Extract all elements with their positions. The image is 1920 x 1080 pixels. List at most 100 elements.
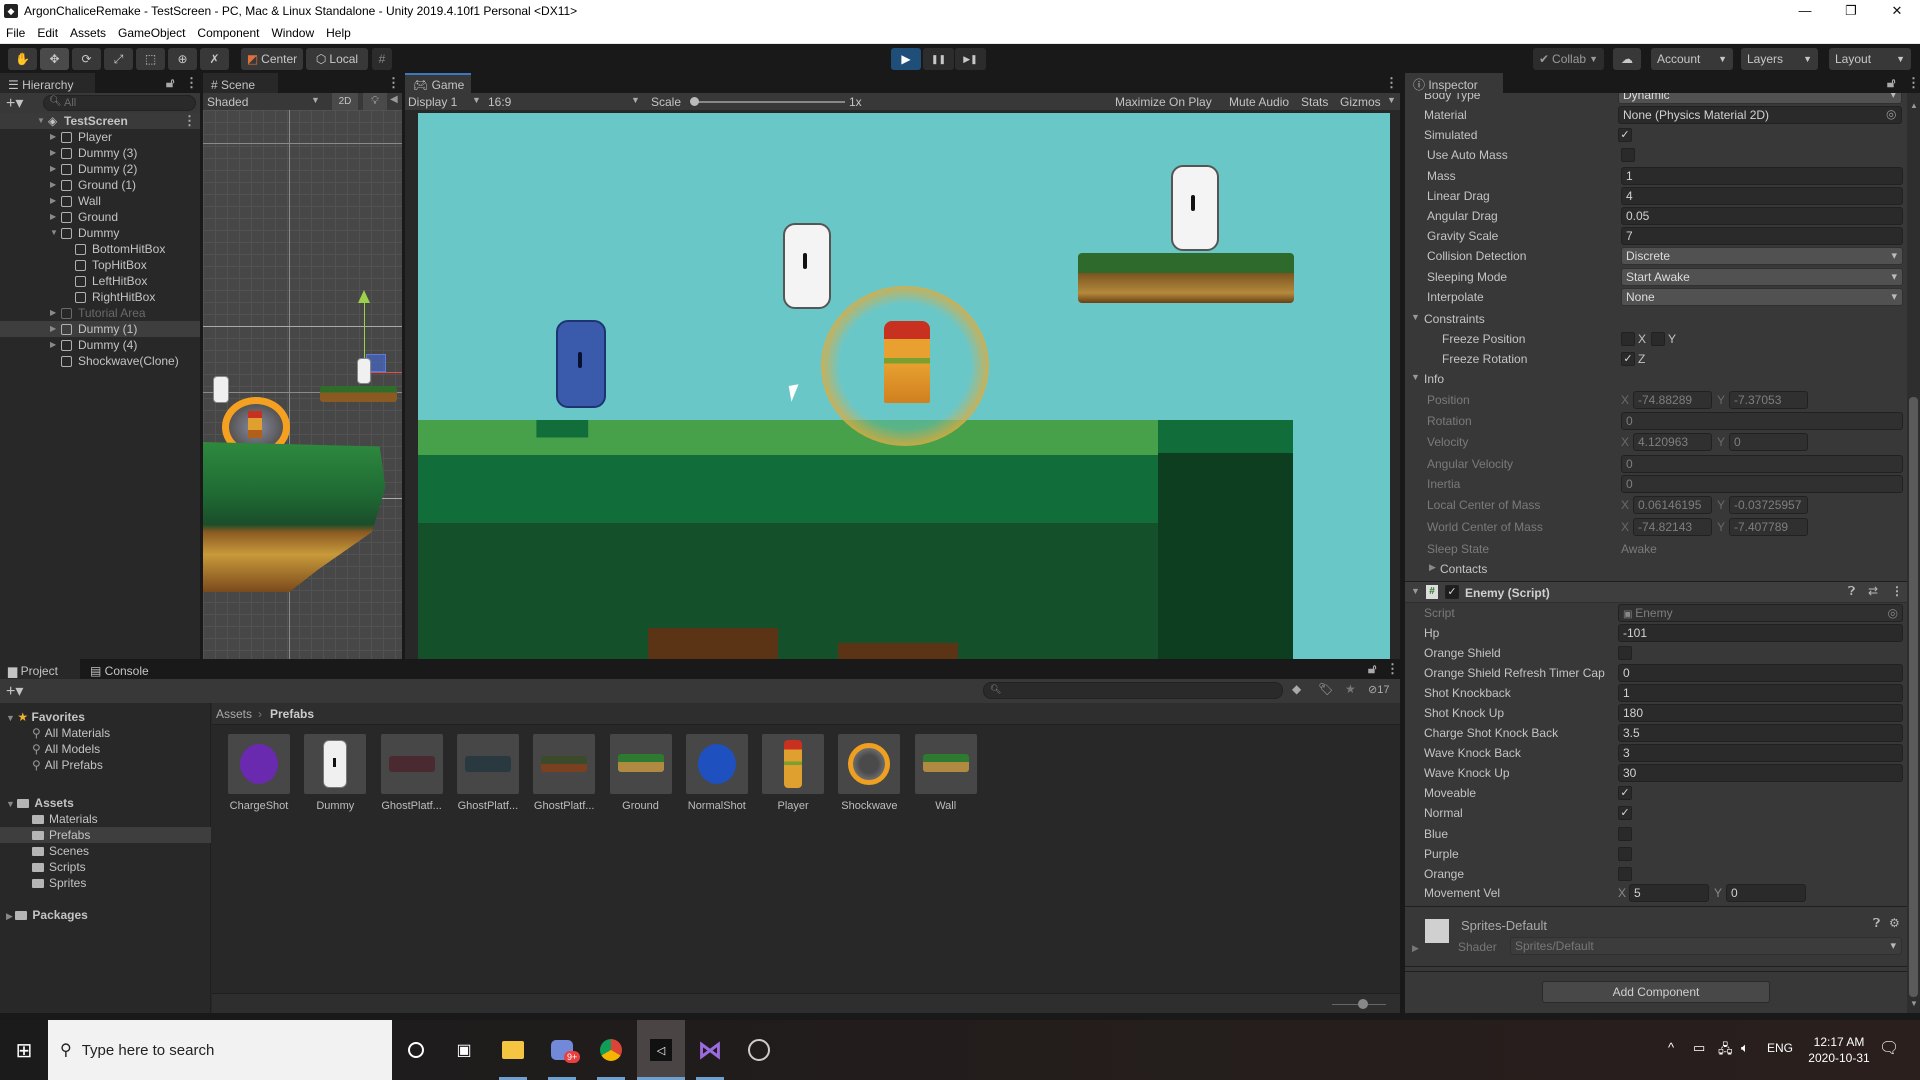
property-input[interactable]: 7 <box>1621 227 1903 246</box>
gizmos-toggle[interactable]: Gizmos <box>1340 95 1381 109</box>
hierarchy-item[interactable]: ▶ Dummy (3) <box>0 145 200 161</box>
layout-dropdown[interactable]: Layout ▼ <box>1829 48 1911 70</box>
property-input[interactable]: 30 <box>1618 764 1903 783</box>
hierarchy-item[interactable]: Shockwave(Clone) <box>0 353 200 369</box>
menu-edit[interactable]: Edit <box>31 26 64 40</box>
hierarchy-item[interactable]: ▶ Ground <box>0 209 200 225</box>
show-hidden-icons-button[interactable]: ^ <box>1668 1040 1674 1055</box>
scene-root-row[interactable]: ▼ ◈ TestScreen ⋮ <box>0 113 200 129</box>
hierarchy-item[interactable]: ▼ Dummy <box>0 225 200 241</box>
hierarchy-item[interactable]: ▶ Tutorial Area <box>0 305 200 321</box>
property-checkbox[interactable] <box>1621 148 1635 163</box>
enemy-script-header[interactable]: ▼ # ✓ Enemy (Script) ❓︎ ⇄ ⋮ <box>1405 581 1920 603</box>
hierarchy-item[interactable]: ▶ Dummy (4) <box>0 337 200 353</box>
menu-window[interactable]: Window <box>265 26 320 40</box>
maximize-button[interactable]: ❐ <box>1828 0 1874 22</box>
movement-vel-y-field[interactable]: 0 <box>1726 884 1806 902</box>
property-dropdown[interactable]: Discrete <box>1621 247 1903 266</box>
asset-item[interactable]: NormalShot <box>685 734 748 812</box>
scroll-down-icon[interactable]: ▼ <box>1910 999 1918 1008</box>
move-tool-button[interactable]: ✥ <box>40 48 69 70</box>
gear-icon[interactable]: ⚙ <box>1889 916 1900 930</box>
foldout-collapsed-icon[interactable]: ▶ <box>50 209 56 225</box>
hand-tool-button[interactable]: ✋ <box>8 48 37 70</box>
tab-console[interactable]: ▤ Console <box>82 659 162 679</box>
favorite-search-item[interactable]: ⚲ All Materials <box>32 725 110 741</box>
scroll-up-icon[interactable]: ▲ <box>1910 101 1918 110</box>
property-dropdown[interactable]: Start Awake <box>1621 267 1903 286</box>
info-foldout[interactable]: ▼ Info <box>1405 369 1905 389</box>
help-icon[interactable]: ❓︎ <box>1873 916 1880 931</box>
chrome-taskbar[interactable] <box>587 1020 635 1080</box>
chevron-down-icon[interactable]: ▼ <box>1387 95 1396 105</box>
property-input[interactable]: 0 <box>1618 664 1903 683</box>
property-input[interactable]: 0.05 <box>1621 207 1903 225</box>
shader-dropdown[interactable]: Sprites/Default <box>1510 937 1902 955</box>
object-picker-icon[interactable]: ◎ <box>1888 605 1898 621</box>
pivot-local-button[interactable]: ⬡ Local <box>306 48 368 70</box>
freeze-position-y-checkbox[interactable] <box>1651 332 1665 346</box>
create-plus-button[interactable]: +▾ <box>6 93 23 113</box>
property-input[interactable]: 1 <box>1618 684 1903 703</box>
foldout-collapsed-icon[interactable]: ▶ <box>50 321 56 337</box>
asset-item[interactable]: GhostPlatf... <box>533 734 596 812</box>
scale-tool-button[interactable]: ⤢ <box>104 48 133 70</box>
property-input[interactable]: -101 <box>1618 624 1903 642</box>
asset-item[interactable]: Shockwave <box>838 734 901 812</box>
presets-icon[interactable]: ⇄ <box>1868 584 1878 598</box>
movement-vel-x-field[interactable]: 5 <box>1629 884 1709 902</box>
kebab-menu-icon[interactable]: ⋮ <box>387 75 400 91</box>
maximize-on-play-toggle[interactable]: Maximize On Play <box>1115 95 1212 109</box>
constraints-foldout[interactable]: ▼ Constraints <box>1405 309 1905 329</box>
asset-item[interactable]: Player <box>762 734 825 812</box>
start-button[interactable]: ⊞ <box>0 1020 48 1080</box>
tab-inspector[interactable]: ⓘ Inspector <box>1405 73 1503 93</box>
cortana-button[interactable] <box>392 1020 440 1080</box>
taskbar-search-box[interactable]: ⚲ Type here to search <box>48 1020 392 1080</box>
rotate-tool-button[interactable]: ⟳ <box>72 48 101 70</box>
kebab-menu-icon[interactable]: ⋮ <box>185 75 198 91</box>
menu-help[interactable]: Help <box>320 26 357 40</box>
inspector-scrollbar[interactable]: ▲ ▼ <box>1907 93 1920 1013</box>
language-indicator[interactable]: ENG <box>1767 1041 1793 1055</box>
property-input[interactable]: 3 <box>1618 744 1903 763</box>
pivot-center-button[interactable]: ◩ Center <box>241 48 303 70</box>
property-checkbox[interactable]: ✓ <box>1618 786 1632 801</box>
account-dropdown[interactable]: Account ▼ <box>1651 48 1733 70</box>
hierarchy-item[interactable]: ▶ Player <box>0 129 200 145</box>
property-dropdown[interactable]: None <box>1621 287 1903 306</box>
foldout-collapsed-icon[interactable]: ▶ <box>50 193 56 209</box>
menu-component[interactable]: Component <box>191 26 265 40</box>
lock-icon[interactable]: 🔓︎ <box>166 75 174 91</box>
hierarchy-item[interactable]: TopHitBox <box>0 257 200 273</box>
hierarchy-item[interactable]: ▶ Ground (1) <box>0 177 200 193</box>
property-input[interactable]: 3.5 <box>1618 724 1903 743</box>
foldout-collapsed-icon[interactable]: ▶ <box>50 145 56 161</box>
custom-tool-button[interactable]: ✗ <box>200 48 229 70</box>
clock[interactable]: 12:17 AM 2020-10-31 <box>1804 1034 1874 1066</box>
unity-taskbar[interactable]: ◁ <box>637 1020 685 1080</box>
task-view-button[interactable]: ▣ <box>440 1020 488 1080</box>
foldout-collapsed-icon[interactable]: ▶ <box>50 161 56 177</box>
property-checkbox[interactable]: ✓ <box>1618 806 1632 821</box>
discord-taskbar[interactable]: 9+ <box>538 1020 586 1080</box>
favorite-search-item[interactable]: ⚲ All Models <box>32 741 100 757</box>
layers-dropdown[interactable]: Layers ▼ <box>1741 48 1818 70</box>
battery-icon[interactable]: ▭ <box>1693 1040 1705 1056</box>
hierarchy-item[interactable]: RightHitBox <box>0 289 200 305</box>
scrollbar-thumb[interactable] <box>1909 397 1918 997</box>
game-viewport[interactable] <box>405 110 1400 659</box>
mute-audio-toggle[interactable]: Mute Audio <box>1229 95 1289 109</box>
rect-tool-button[interactable]: ⬚ <box>136 48 165 70</box>
audio-toggle-icon[interactable]: ◀ <box>390 94 398 105</box>
packages-foldout[interactable]: ▶ Packages <box>6 907 88 923</box>
freeze-position-x-checkbox[interactable] <box>1621 332 1635 346</box>
snap-button[interactable]: # <box>372 48 392 70</box>
tab-project[interactable]: ▆ Project <box>0 659 80 679</box>
asset-item[interactable]: Wall <box>914 734 977 812</box>
hierarchy-search-input[interactable]: 🔍︎ All <box>43 95 196 111</box>
hierarchy-item[interactable]: LeftHitBox <box>0 273 200 289</box>
enemy-enabled-checkbox[interactable]: ✓ <box>1445 585 1459 599</box>
freeze-rotation-z-checkbox[interactable]: ✓ <box>1621 352 1635 366</box>
property-checkbox[interactable] <box>1618 846 1632 861</box>
